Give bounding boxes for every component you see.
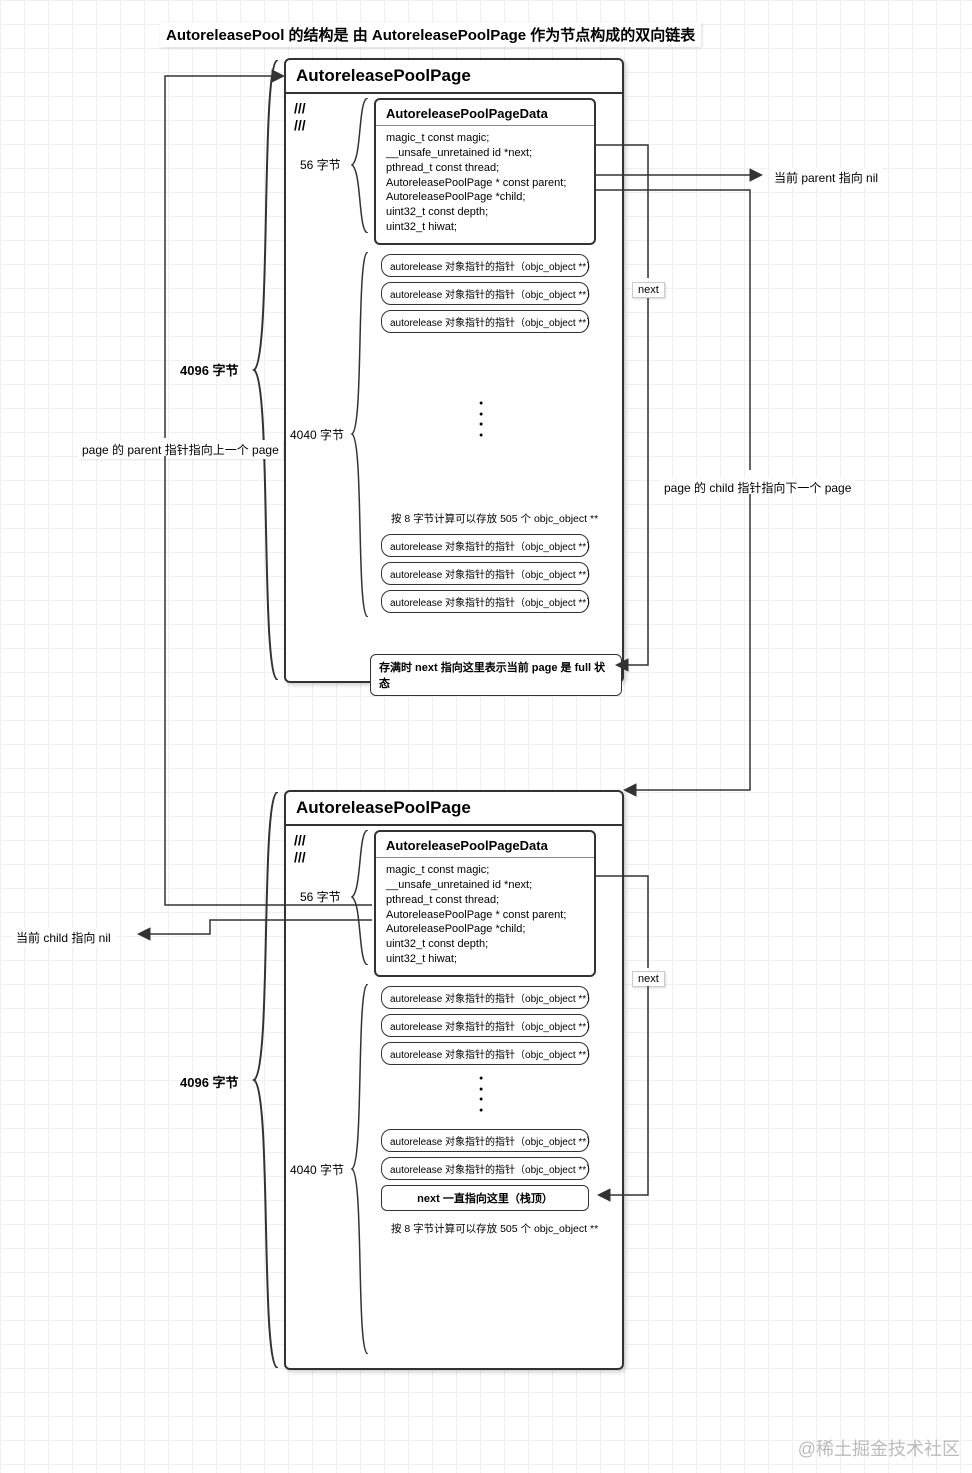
page-2-header: AutoreleasePoolPage (286, 792, 622, 826)
data-header-2: AutoreleasePoolPageData (386, 838, 584, 853)
next-badge-2: next (632, 971, 665, 987)
ptr-box: autorelease 对象指针的指针（objc_object **） (381, 1157, 589, 1180)
ptr-box: autorelease 对象指针的指针（objc_object **） (381, 310, 589, 333)
label-child-next: page 的 child 指针指向下一个 page (660, 478, 855, 497)
label-child-nil: 当前 child 指向 nil (12, 928, 115, 947)
label-4040-1: 4040 字节 (290, 426, 344, 443)
ptr-box: autorelease 对象指针的指针（objc_object **） (381, 282, 589, 305)
f6: uint32_t const depth; (386, 205, 584, 220)
ptr-box: autorelease 对象指针的指针（objc_object **） (381, 986, 589, 1009)
label-56-1: 56 字节 (300, 156, 341, 173)
page-2-data-box: AutoreleasePoolPageData magic_t const ma… (374, 830, 596, 977)
f2: __unsafe_unretained id *next; (386, 146, 584, 161)
capacity-note-2: 按 8 字节计算可以存放 505 个 objc_object ** (391, 1221, 598, 1236)
ptr-box: autorelease 对象指针的指针（objc_object **） (381, 562, 589, 585)
label-parent-nil: 当前 parent 指向 nil (770, 168, 882, 187)
next-top-note: next 一直指向这里（栈顶） (381, 1185, 589, 1211)
full-note: 存满时 next 指向这里表示当前 page 是 full 状态 (370, 654, 622, 696)
label-4096-2: 4096 字节 (180, 1072, 239, 1091)
dots-1: ●●●● (479, 399, 483, 441)
ptr-box: autorelease 对象指针的指针（objc_object **） (381, 534, 589, 557)
label-56-2: 56 字节 (300, 888, 341, 905)
capacity-note-1: 按 8 字节计算可以存放 505 个 objc_object ** (391, 511, 598, 526)
ptr-box: autorelease 对象指针的指针（objc_object **） (381, 254, 589, 277)
next-badge-1: next (632, 282, 665, 298)
ptr-box: autorelease 对象指针的指针（objc_object **） (381, 1042, 589, 1065)
watermark: @稀土掘金技术社区 (798, 1435, 960, 1461)
ptr-box: autorelease 对象指针的指针（objc_object **） (381, 1014, 589, 1037)
ptr-box: autorelease 对象指针的指针（objc_object **） (381, 590, 589, 613)
slashes-1: ////// (294, 100, 306, 134)
label-parent-prev: page 的 parent 指针指向上一个 page (78, 440, 283, 459)
f7: uint32_t hiwat; (386, 220, 584, 235)
page-1: AutoreleasePoolPage ////// AutoreleasePo… (284, 58, 624, 683)
diagram-title: AutoreleasePool 的结构是 由 AutoreleasePoolPa… (160, 22, 701, 47)
f4: AutoreleasePoolPage * const parent; (386, 176, 584, 191)
f1: magic_t const magic; (386, 131, 584, 146)
label-4096-1: 4096 字节 (180, 360, 239, 379)
page-1-data-box: AutoreleasePoolPageData magic_t const ma… (374, 98, 596, 245)
page-1-header: AutoreleasePoolPage (286, 60, 622, 94)
slashes-2: ////// (294, 832, 306, 866)
data-header-1: AutoreleasePoolPageData (386, 106, 584, 121)
page-2: AutoreleasePoolPage ////// AutoreleasePo… (284, 790, 624, 1370)
dots-2: ●●●● (479, 1074, 483, 1116)
ptr-box: autorelease 对象指针的指针（objc_object **） (381, 1129, 589, 1152)
label-4040-2: 4040 字节 (290, 1161, 344, 1178)
f5: AutoreleasePoolPage *child; (386, 190, 584, 205)
f3: pthread_t const thread; (386, 161, 584, 176)
